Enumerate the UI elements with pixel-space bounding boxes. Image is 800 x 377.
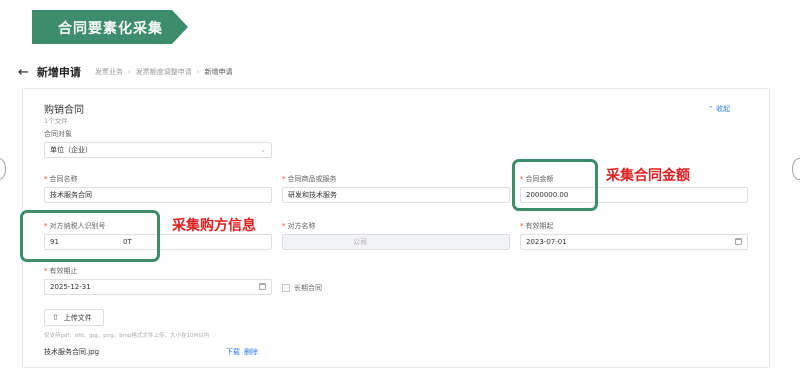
long-term-checkbox[interactable] [282, 284, 290, 292]
counterparty-name-input: 公司 [282, 234, 510, 250]
upload-hint: 仅支持pdf、ofd、jpg、png、bmp格式文件上传，大小在10M以内 [44, 333, 210, 339]
contract-party-label: 合同对象 [44, 130, 72, 138]
delete-link[interactable]: 删除 [244, 347, 258, 357]
contract-party-value: 单位（企业） [50, 146, 92, 154]
contract-party-select[interactable]: 单位（企业） ⌄ [44, 142, 272, 158]
collapse-button[interactable]: ⌃ 收起 [708, 104, 730, 114]
banner-title: 合同要素化采集 [58, 21, 163, 37]
valid-start-label: * 有效期起 [520, 222, 554, 230]
amount-highlight-box [512, 159, 598, 211]
page-header: ← 新增申请 发票业务 › 发票额度调整申请 › 新增申请 [18, 64, 233, 80]
breadcrumb-separator-icon: › [196, 68, 200, 76]
valid-end-label: * 有效期止 [44, 267, 78, 275]
contract-name-label: * 合同名称 [44, 175, 78, 183]
valid-end-datepicker[interactable]: 2025-12-31 [44, 279, 272, 295]
chevron-up-icon: ⌃ [708, 105, 714, 113]
upload-file-button[interactable]: ⇧ 上传文件 [44, 309, 104, 326]
carousel-next-icon[interactable] [792, 158, 800, 180]
carousel-prev-icon[interactable] [0, 158, 6, 180]
breadcrumb-item[interactable]: 发票额度调整申请 [136, 67, 192, 77]
download-link[interactable]: 下载 [226, 347, 240, 357]
feature-banner: 合同要素化采集 [32, 10, 188, 44]
breadcrumb-separator-icon: › [127, 68, 131, 76]
section-title: 购销合同 [44, 105, 84, 116]
upload-button-label: 上传文件 [63, 313, 92, 322]
collapse-label: 收起 [716, 105, 731, 113]
goods-service-label: * 合同商品或服务 [282, 175, 337, 183]
breadcrumb-current: 新增申请 [204, 68, 233, 76]
amount-annotation: 采集合同金额 [606, 168, 690, 184]
breadcrumb-item[interactable]: 发票业务 [95, 67, 123, 77]
section-file-count: 1个文件 [44, 117, 68, 125]
arrow-left-icon[interactable]: ← [18, 65, 29, 80]
calendar-icon [735, 238, 742, 245]
goods-service-input[interactable]: 研发和技术服务 [282, 187, 510, 203]
counterparty-name-label: * 对方名称 [282, 222, 316, 230]
valid-start-datepicker[interactable]: 2023-07-01 [520, 234, 748, 250]
page-title: 新增申请 [36, 66, 81, 79]
buyer-highlight-box [20, 210, 160, 262]
upload-icon: ⇧ [52, 313, 59, 322]
chevron-down-icon: ⌄ [260, 146, 266, 154]
buyer-annotation: 采集购方信息 [172, 218, 256, 234]
contract-name-input[interactable]: 技术服务合同 [44, 187, 272, 203]
long-term-label: 长期合同 [294, 284, 322, 292]
calendar-icon [259, 283, 266, 290]
uploaded-file-name[interactable]: 技术服务合同.jpg [44, 347, 99, 357]
